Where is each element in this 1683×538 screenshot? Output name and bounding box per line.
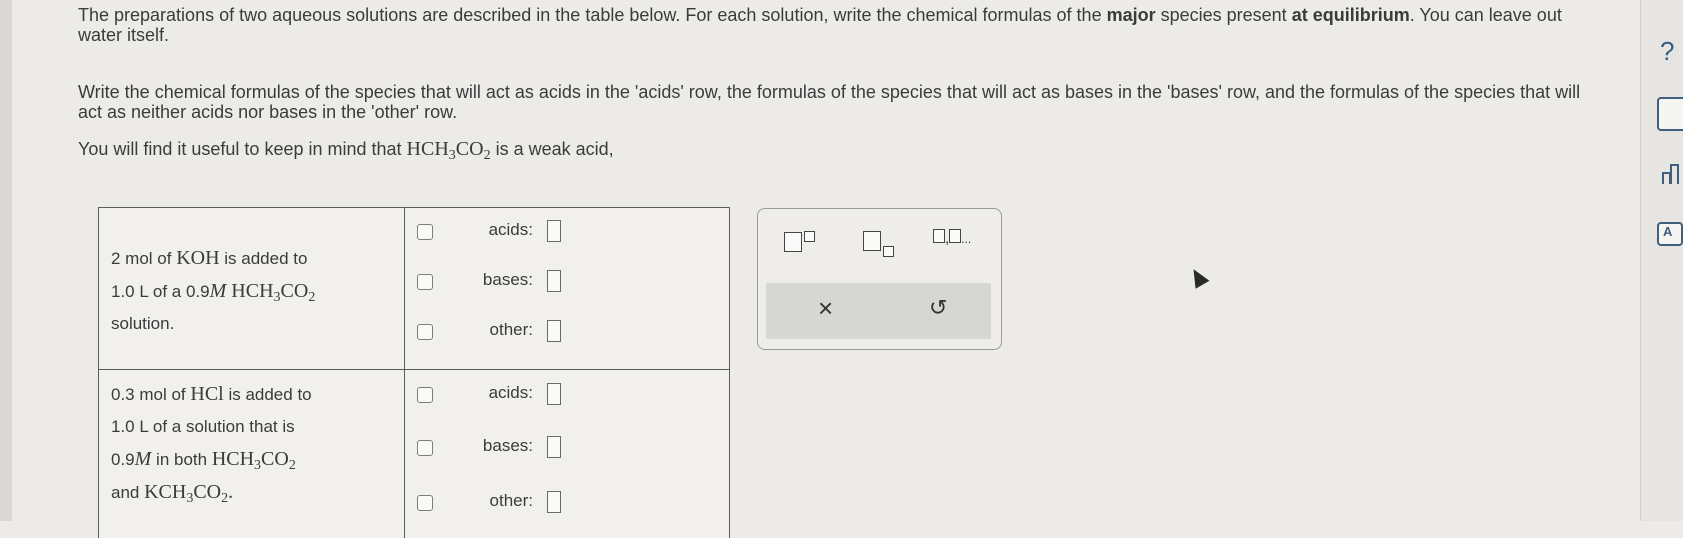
superscript-box-icon <box>804 231 815 242</box>
q2-text: and <box>111 483 145 502</box>
instruction-text: is a weak acid, <box>490 139 614 159</box>
q1-bases-label: bases: <box>482 270 533 289</box>
instruction-text: You will find it useful to keep in mind … <box>78 139 407 159</box>
question-table: 2 mol of KOH is added to 1.0 L of a 0.9M… <box>98 207 730 538</box>
subscript-button[interactable] <box>863 231 894 257</box>
calculator-icon[interactable] <box>1657 97 1683 131</box>
q2-text: is added to <box>223 385 312 404</box>
right-tool-rail <box>1640 0 1683 521</box>
box-icon <box>863 231 881 251</box>
instructions-paragraph-1: The preparations of two aqueous solution… <box>78 5 1598 45</box>
q1-text: solution. <box>111 314 175 333</box>
left-edge <box>0 0 12 521</box>
question-1-description: 2 mol of KOH is added to 1.0 L of a 0.9M… <box>111 242 315 340</box>
subscript-box-icon <box>883 246 894 257</box>
q2-bases-answer[interactable] <box>547 436 561 458</box>
q2-other-answer[interactable] <box>547 491 561 513</box>
molarity-unit: M <box>134 448 152 470</box>
q1-bases-answer[interactable] <box>547 270 561 292</box>
clear-icon[interactable]: × <box>818 293 833 324</box>
table-column-divider <box>404 208 405 538</box>
q2-text: 0.9 <box>111 450 135 469</box>
table-row-divider <box>99 369 729 370</box>
mouse-cursor-icon <box>1186 265 1210 289</box>
q2-other-checkbox[interactable] <box>417 495 433 511</box>
q2-acids-checkbox[interactable] <box>417 387 433 403</box>
q2-text: in both <box>151 450 212 469</box>
question-2-description: 0.3 mol of HCl is added to 1.0 L of a so… <box>111 378 312 509</box>
formula-potassium-acetate: KCH3CO2. <box>144 481 234 506</box>
superscript-button[interactable] <box>784 231 815 256</box>
periodic-table-icon[interactable]: A <box>1657 222 1683 246</box>
q2-text: 1.0 L of a solution that is <box>111 417 295 436</box>
box-icon <box>784 232 802 252</box>
box-icon <box>949 229 962 243</box>
q1-other-answer[interactable] <box>547 320 561 342</box>
q1-text: 2 mol of <box>111 249 177 268</box>
formula-koh: KOH <box>176 247 220 269</box>
instructions-paragraph-3: You will find it useful to keep in mind … <box>78 138 614 163</box>
q2-acids-answer[interactable] <box>547 383 561 405</box>
formula-acetic-acid: HCH3CO2 <box>406 138 491 163</box>
q2-acids-label: acids: <box>488 383 533 402</box>
instruction-text: The preparations of two aqueous solution… <box>78 5 1107 25</box>
q1-acids-checkbox[interactable] <box>417 224 433 240</box>
formula-acetic-acid: HCH3CO2 <box>211 448 296 473</box>
q2-bases-checkbox[interactable] <box>417 440 433 456</box>
q1-text: 1.0 L of a 0.9 <box>111 282 210 301</box>
bold-major: major <box>1106 5 1156 25</box>
q1-bases-checkbox[interactable] <box>417 274 433 290</box>
math-palette: ,... × ↺ <box>757 208 1002 350</box>
instruction-text: species present <box>1155 5 1292 25</box>
instructions-paragraph-2: Write the chemical formulas of the speci… <box>78 82 1581 122</box>
formula-hcl: HCl <box>190 383 224 405</box>
help-icon[interactable]: ? <box>1660 36 1674 67</box>
box-icon <box>933 229 945 243</box>
bold-equilibrium: at equilibrium <box>1291 5 1410 25</box>
undo-icon[interactable]: ↺ <box>929 295 947 321</box>
molarity-unit: M HCH3CO2 <box>209 280 316 305</box>
q1-acids-answer[interactable] <box>547 220 561 242</box>
q2-bases-label: bases: <box>482 436 533 455</box>
q1-other-label: other: <box>489 320 533 339</box>
palette-actions: × ↺ <box>766 283 991 339</box>
ellipsis-label: ... <box>961 232 972 246</box>
q1-text: is added to <box>219 249 308 268</box>
q2-text: 0.3 mol of <box>111 385 191 404</box>
q1-other-checkbox[interactable] <box>417 324 433 340</box>
chart-icon[interactable] <box>1662 162 1683 184</box>
q2-other-label: other: <box>489 491 533 510</box>
list-button[interactable]: ,... <box>933 229 971 247</box>
q1-acids-label: acids: <box>488 220 533 239</box>
